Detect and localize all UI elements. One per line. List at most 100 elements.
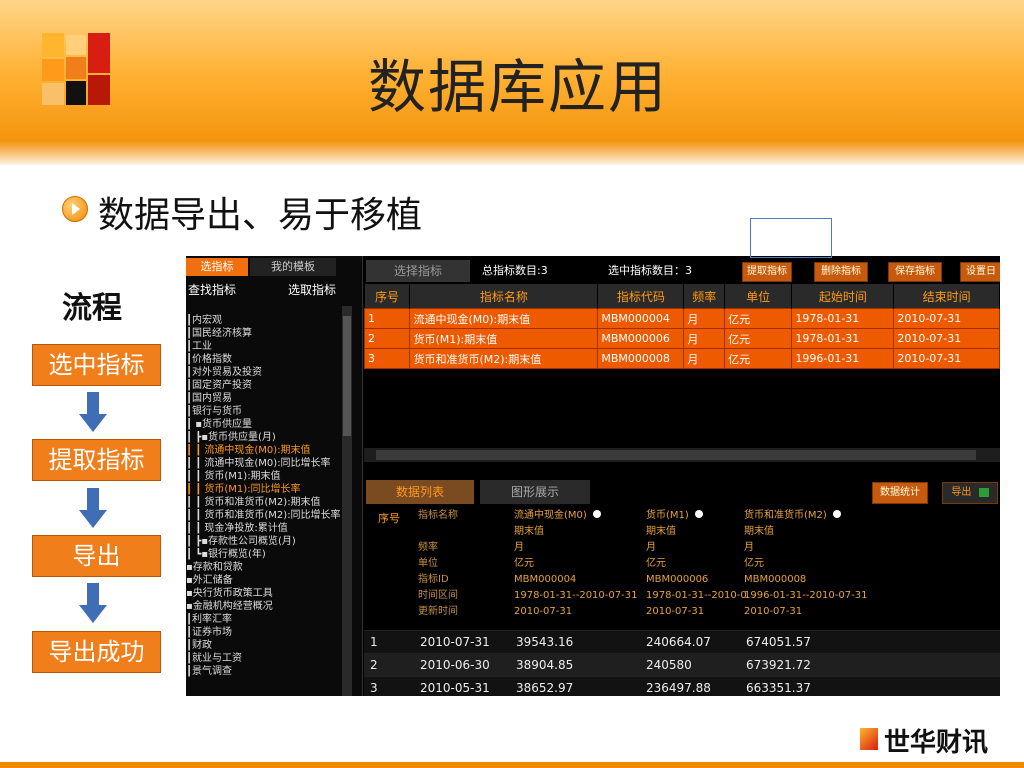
tree-node[interactable]: ┃景气调查 [186, 665, 342, 678]
meta-keys: 指标名称 频率 单位 指标ID 时间区间 更新时间 [418, 508, 458, 620]
table-row[interactable]: 2 货币(M1):期末值 MBM000006 月亿元 1978-01-31 2010-07… [363, 328, 1000, 349]
column-header[interactable]: 结束时间 [893, 284, 1000, 309]
meta-value: 月 [744, 540, 867, 556]
pick-indicator-link[interactable]: 选取指标 [288, 280, 336, 300]
meta-text: 期末值 [646, 526, 676, 537]
result-panel: 选择指标 总指标数目:3 选中指标数目：3 提取指标 删除指标 保存指标 设置日… [363, 256, 1000, 696]
data-row[interactable]: 1 2010-07-31 39543.16 240664.07 674051.57 [364, 630, 1000, 653]
export-highlight [750, 218, 832, 258]
meta-text: MBM000008 [744, 574, 807, 585]
meta-text: 1996-01-31--2010-07-31 [744, 590, 868, 601]
meta-value: 货币和准货币(M2) [744, 508, 867, 524]
total-count: 总指标数目:3 [482, 264, 548, 277]
tree-node[interactable]: ┃利率汇率 [186, 613, 342, 626]
data-rows: 1 2010-07-31 39543.16 240664.07 674051.57 2 20… [364, 630, 1000, 696]
tree-node[interactable]: ▪外汇储备 [186, 574, 342, 587]
column-header[interactable]: 起始时间 [791, 284, 895, 309]
tree-node[interactable]: ┃ ┃ 货币(M1):期末值 [186, 470, 342, 483]
meta-value: 2010-07-31 [514, 604, 637, 620]
tree-node[interactable]: ┃财政 [186, 639, 342, 652]
meta-text: 指标名称 [418, 510, 458, 521]
export-button[interactable]: 导出 [942, 482, 998, 504]
export-label: 导出 [951, 487, 972, 498]
column-header[interactable]: 指标名称 [409, 284, 599, 309]
tree-node[interactable]: ▪金融机构经营概况 [186, 600, 342, 613]
delete-button[interactable]: 删除指标 [814, 262, 868, 282]
tree-node[interactable]: ┃证券市场 [186, 626, 342, 639]
find-indicator-link[interactable]: 查找指标 [188, 280, 236, 300]
meta-text: 2010-07-31 [744, 606, 803, 617]
table-cell: MBM000004 [597, 308, 685, 329]
tree-node[interactable]: ┃固定资产投资 [186, 379, 342, 392]
tree-node[interactable]: ▪央行货币政策工具 [186, 587, 342, 600]
tree-node[interactable]: ┃内宏观 [186, 314, 342, 327]
meta-text: 期末值 [514, 526, 544, 537]
tree-node[interactable]: ┃ ┃ 流通中现金(M0):同比增长率 [186, 457, 342, 470]
save-button[interactable]: 保存指标 [888, 262, 942, 282]
selected-count: 选中指标数目：3 [608, 264, 692, 277]
tree-node[interactable]: ┃ ┗▪银行概览(年) [186, 548, 342, 561]
column-header[interactable]: 单位 [724, 284, 793, 309]
tree-node[interactable]: ┃价格指数 [186, 353, 342, 366]
meta-value: MBM000006 [646, 572, 747, 588]
tree-node[interactable]: ▪存款和贷款 [186, 561, 342, 574]
tree-node[interactable]: ┃ ┃ 流通中现金(M0):期末值 [186, 444, 342, 457]
data-row[interactable]: 2 2010-06-30 38904.85 240580 673921.72 [364, 653, 1000, 676]
series-radio[interactable] [832, 510, 841, 518]
column-header[interactable]: 指标代码 [597, 284, 685, 309]
column-header[interactable]: 序号 [364, 284, 411, 309]
meta-text: 2010-07-31 [514, 606, 573, 617]
table-row[interactable]: 3 货币和准货币(M2):期末值 MBM000008 月亿元 1996-01-31 201… [363, 348, 1000, 369]
data-cell: 2010-06-30 [420, 658, 490, 672]
meta-value: 亿元 [646, 556, 747, 572]
meta-value: MBM000004 [514, 572, 637, 588]
indicator-panel: 选指标 我的模板 查找指标 选取指标 ┃内宏观 ┃国民经济核算 ┃工业 ┃价格指数 ┃对… [186, 256, 363, 696]
meta-value: 2010-07-31 [646, 604, 747, 620]
tree-node[interactable]: ┃对外贸易及投资 [186, 366, 342, 379]
meta-text: 单位 [418, 558, 438, 569]
data-cell: 2010-05-31 [420, 681, 490, 695]
data-stats-button[interactable]: 数据统计 [872, 482, 928, 504]
series-radio[interactable] [694, 510, 703, 518]
meta-text: 月 [646, 542, 656, 553]
tree-node[interactable]: ┃ ┃ 货币和准货币(M2):期末值 [186, 496, 342, 509]
tree-node[interactable]: ┃银行与货币 [186, 405, 342, 418]
data-cell: 236497.88 [646, 681, 711, 695]
data-cell: 1 [370, 635, 378, 649]
indicator-tree: ┃内宏观 ┃国民经济核算 ┃工业 ┃价格指数 ┃对外贸易及投资 ┃固定资产投资 ┃国内贸易 ┃… [186, 314, 342, 678]
tree-node[interactable]: ┃ ┃ 货币和准货币(M2):同比增长率 [186, 509, 342, 522]
tree-node[interactable]: ┃ ┃ 现金净投放:累计值 [186, 522, 342, 535]
tab-my-templates[interactable]: 我的模板 [250, 258, 336, 276]
meta-text: MBM000004 [514, 574, 577, 585]
meta-value: 1996-01-31--2010-07-31 [744, 588, 867, 604]
tree-node[interactable]: ┃工业 [186, 340, 342, 353]
meta-value: 指标ID [418, 572, 458, 588]
seq-label: 序号 [378, 512, 400, 525]
tree-node[interactable]: ┃国民经济核算 [186, 327, 342, 340]
series-radio[interactable] [592, 510, 601, 518]
tree-node[interactable]: ┃就业与工资 [186, 652, 342, 665]
tree-node[interactable]: ┃ ┣▪存款性公司概览(月) [186, 535, 342, 548]
table-hscrollbar[interactable] [364, 448, 1000, 462]
table-cell: 流通中现金(M0):期末值 [409, 308, 599, 329]
tree-node[interactable]: ┃ ┣▪货币供应量(月) [186, 431, 342, 444]
tab-data-list[interactable]: 数据列表 [366, 480, 474, 504]
table-row[interactable]: 1 流通中现金(M0):期末值 MBM000004 月亿元 1978-01-31 2010… [363, 308, 1000, 329]
tree-node[interactable]: ┃ ▪货币供应量 [186, 418, 342, 431]
tab-chart-view[interactable]: 图形展示 [480, 480, 590, 504]
set-date-button[interactable]: 设置日 [960, 262, 1000, 282]
meta-text: 1978-01-31--2010-07-31 [514, 590, 638, 601]
indicator-meta: 序号 指标名称 频率 单位 指标ID 时间区间 更新时间 流通中现金(M0) 期末值月亿元… [364, 506, 1000, 628]
tree-scrollbar[interactable] [342, 306, 352, 696]
meta-value: 亿元 [514, 556, 637, 572]
tree-node[interactable]: ┃国内贸易 [186, 392, 342, 405]
tab-selected-indicators[interactable]: 选择指标 [366, 260, 470, 282]
meta-text: 月 [514, 542, 524, 553]
table-cell: 1978-01-31 [791, 308, 895, 329]
data-row[interactable]: 3 2010-05-31 38652.97 236497.88 663351.37 [364, 676, 1000, 696]
tree-node[interactable]: ┃ ┃ 货币(M1):同比增长率 [186, 483, 342, 496]
column-header[interactable]: 频率 [683, 284, 726, 309]
extract-button[interactable]: 提取指标 [742, 262, 792, 282]
tab-select-indicator[interactable]: 选指标 [186, 258, 248, 276]
flow-step-extract: 提取指标 [32, 439, 161, 481]
